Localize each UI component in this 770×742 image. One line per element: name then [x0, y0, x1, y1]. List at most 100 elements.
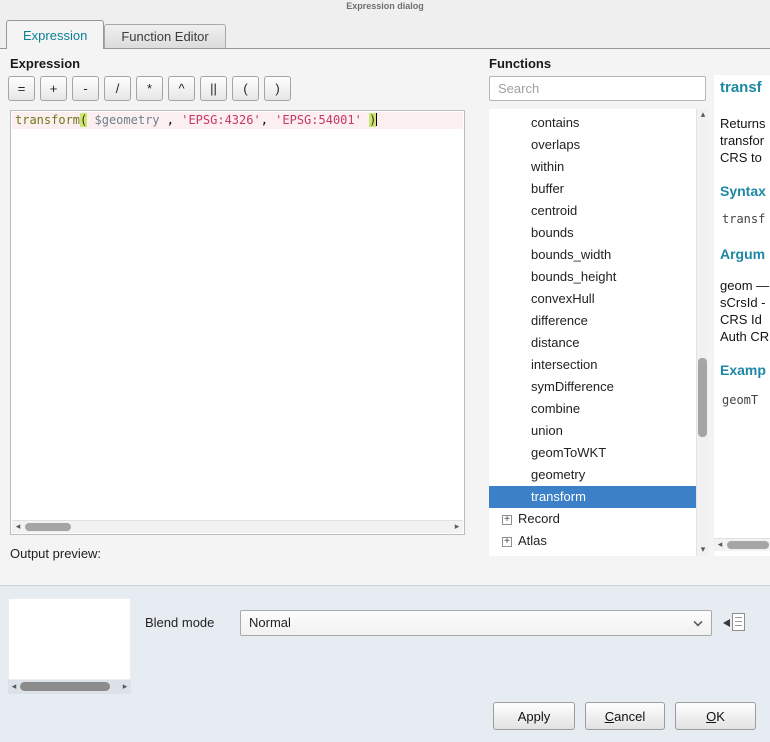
help-horizontal-scrollbar[interactable]: ◂ — [714, 538, 770, 551]
function-name: buffer — [531, 181, 564, 196]
code-token: , — [261, 113, 275, 127]
help-description-line: transfor — [720, 132, 764, 149]
function-name: distance — [531, 335, 579, 350]
argument-line: sCrsId - — [720, 294, 766, 311]
code-token: 'EPSG:54001' — [275, 113, 362, 127]
tab-expression[interactable]: Expression — [6, 20, 104, 49]
function-list-item[interactable]: contains — [489, 112, 708, 134]
function-help-panel: transf Returns transfor CRS to Syntax tr… — [714, 75, 770, 556]
function-name: Atlas — [518, 533, 547, 548]
syntax-heading: Syntax — [720, 183, 766, 199]
code-token: , — [160, 113, 182, 127]
function-list-item[interactable]: difference — [489, 310, 708, 332]
operator-button[interactable]: * — [136, 76, 163, 101]
code-token — [362, 113, 369, 127]
function-list-item[interactable]: bounds_width — [489, 244, 708, 266]
function-list-item[interactable]: + Record — [489, 508, 708, 530]
expression-editor[interactable]: transform( $geometry , 'EPSG:4326', 'EPS… — [10, 110, 465, 535]
operator-button[interactable]: - — [72, 76, 99, 101]
operator-button[interactable]: ) — [264, 76, 291, 101]
blend-mode-value: Normal — [249, 611, 291, 635]
code-token: $geometry — [95, 113, 160, 127]
function-list-item[interactable]: centroid — [489, 200, 708, 222]
functions-heading: Functions — [489, 56, 551, 71]
preview-horizontal-scrollbar[interactable]: ◂ ▸ — [8, 680, 131, 694]
page-lines-icon — [732, 613, 745, 631]
code-token: ) — [369, 113, 376, 127]
symbol-preview-box — [8, 598, 131, 680]
function-list-item[interactable]: convexHull — [489, 288, 708, 310]
function-list[interactable]: contains overlapswithin buffer centroid boun… — [489, 109, 708, 556]
expand-plus-icon[interactable]: + — [502, 537, 512, 547]
text-cursor — [376, 113, 377, 126]
function-name: geomToWKT — [531, 445, 606, 460]
code-line: transform( $geometry , 'EPSG:4326', 'EPS… — [12, 112, 463, 129]
function-list-item[interactable]: combine — [489, 398, 708, 420]
function-list-item[interactable]: + Atlas — [489, 530, 708, 552]
operator-button[interactable]: = — [8, 76, 35, 101]
code-token — [87, 113, 94, 127]
scroll-right-icon[interactable]: ▸ — [451, 521, 463, 533]
editor-horizontal-scrollbar[interactable]: ◂ ▸ — [12, 520, 463, 533]
scroll-left-icon[interactable]: ◂ — [12, 521, 24, 533]
function-name: geometry — [531, 467, 585, 482]
scroll-up-icon[interactable]: ▴ — [697, 109, 709, 121]
operator-button[interactable]: ( — [232, 76, 259, 101]
function-list-item[interactable]: bounds — [489, 222, 708, 244]
function-name: bounds — [531, 225, 574, 240]
function-list-item[interactable]: transform — [489, 486, 708, 508]
scroll-left-icon[interactable]: ◂ — [8, 681, 20, 693]
operator-button[interactable]: + — [40, 76, 67, 101]
scrollbar-thumb[interactable] — [727, 541, 769, 549]
function-list-item[interactable]: overlaps — [489, 134, 708, 156]
function-name: Record — [518, 511, 560, 526]
ok-button[interactable]: OK — [675, 702, 756, 730]
scrollbar-thumb[interactable] — [20, 682, 110, 691]
function-list-item[interactable]: bounds_height — [489, 266, 708, 288]
help-title: transf — [720, 79, 762, 96]
function-name: convexHull — [531, 291, 595, 306]
tab-bar: ExpressionFunction Editor — [6, 20, 226, 49]
function-list-item[interactable]: symDifference — [489, 376, 708, 398]
expression-heading: Expression — [10, 56, 80, 71]
search-input[interactable] — [489, 76, 706, 101]
blend-mode-dropdown[interactable]: Normal — [240, 610, 712, 636]
example-heading: Examp — [720, 362, 766, 378]
syntax-code: transf — [722, 212, 765, 226]
function-list-item[interactable]: union — [489, 420, 708, 442]
function-list-item[interactable]: geomToWKT — [489, 442, 708, 464]
code-token: 'EPSG:4326' — [181, 113, 260, 127]
scrollbar-thumb[interactable] — [698, 358, 707, 437]
argument-line: CRS Id — [720, 311, 762, 328]
dialog-button-row: Apply Cancel OK — [493, 702, 756, 730]
example-code: geomT — [722, 393, 758, 407]
tab-function-editor[interactable]: Function Editor — [104, 24, 225, 48]
function-list-item[interactable]: intersection — [489, 354, 708, 376]
dialog-title: Expression dialog — [0, 1, 770, 11]
expand-plus-icon[interactable]: + — [502, 515, 512, 525]
function-list-item[interactable]: buffer — [489, 178, 708, 200]
chevron-down-icon — [693, 617, 702, 626]
output-preview-label: Output preview: — [10, 546, 101, 561]
dialog-content-pane: Expression =+-/*^||() transform( $geomet… — [0, 48, 770, 585]
help-description-line: Returns — [720, 115, 766, 132]
blend-mode-label: Blend mode — [145, 615, 214, 630]
function-list-item[interactable]: geometry — [489, 464, 708, 486]
expression-builder-icon[interactable] — [722, 611, 748, 635]
apply-button[interactable]: Apply — [493, 702, 575, 730]
function-name: difference — [531, 313, 588, 328]
function-list-item[interactable]: distance — [489, 332, 708, 354]
cancel-button[interactable]: Cancel — [585, 702, 665, 730]
operator-button[interactable]: / — [104, 76, 131, 101]
scrollbar-thumb[interactable] — [25, 523, 71, 531]
function-list-item[interactable]: within — [489, 156, 708, 178]
scroll-down-icon[interactable]: ▾ — [697, 544, 709, 556]
code-token: transform — [15, 113, 80, 127]
scroll-right-icon[interactable]: ▸ — [119, 681, 131, 693]
operator-button[interactable]: ^ — [168, 76, 195, 101]
scroll-left-icon[interactable]: ◂ — [714, 539, 726, 551]
function-list-scrollbar[interactable]: ▴ ▾ — [696, 109, 708, 556]
function-name: contains — [531, 115, 579, 130]
function-name: bounds_height — [531, 269, 616, 284]
operator-button[interactable]: || — [200, 76, 227, 101]
